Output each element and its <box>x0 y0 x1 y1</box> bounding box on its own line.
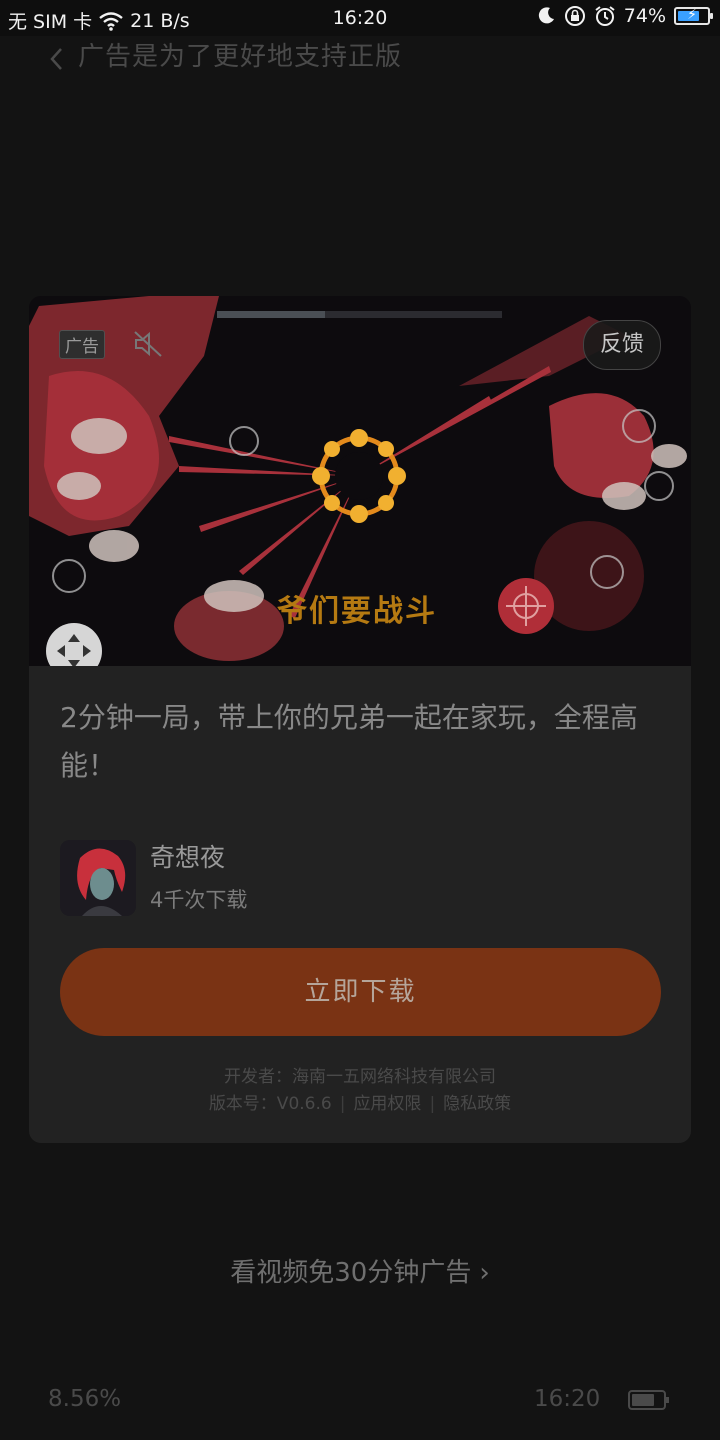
alarm-icon <box>594 5 616 27</box>
developer-info: 开发者：海南一五网络科技有限公司 <box>224 1067 496 1087</box>
battery-percent: 74% <box>623 5 666 27</box>
chevron-left-icon[interactable] <box>44 42 68 76</box>
ad-video[interactable]: 广告 反馈 爷们要战斗 <box>29 296 691 666</box>
download-button[interactable]: 立即下载 <box>60 948 661 1036</box>
watch-video-link[interactable]: 看视频免30分钟广告 › <box>0 1252 720 1289</box>
speaker-muted-icon[interactable] <box>133 330 163 358</box>
app-icon[interactable] <box>60 840 136 916</box>
footer-time: 16:20 <box>534 1386 601 1412</box>
charging-bolt-icon: ⚡ <box>687 7 697 23</box>
status-bar-right: 74% ⚡ <box>536 5 713 27</box>
permissions-link[interactable]: 应用权限 <box>353 1094 421 1114</box>
privacy-link[interactable]: 隐私政策 <box>443 1094 511 1114</box>
feedback-button[interactable]: 反馈 <box>582 320 661 370</box>
page-title: 广告是为了更好地支持正版 <box>78 42 403 72</box>
rotation-lock-icon <box>564 5 586 27</box>
app-info[interactable]: 奇想夜 4千次下载 <box>60 838 660 918</box>
reading-progress: 8.56% <box>48 1386 122 1412</box>
status-bar: 无 SIM 卡 21 B/s 16:20 74% ⚡ <box>0 0 720 36</box>
app-name: 奇想夜 <box>150 843 226 872</box>
battery-icon: ⚡ <box>674 7 713 25</box>
ad-description: 2分钟一局，带上你的兄弟一起在家玩，全程高能！ <box>60 701 638 782</box>
chevron-right-icon: › <box>479 1258 490 1288</box>
separator: | <box>339 1094 346 1114</box>
video-overlay-caption: 爷们要战斗 <box>277 594 437 629</box>
ad-card[interactable]: 广告 反馈 爷们要战斗 2分钟一局，带上你的兄弟一起在家玩，全程高能！ 奇想夜 … <box>29 296 691 1143</box>
footer-battery-icon <box>628 1390 669 1410</box>
separator: | <box>429 1094 436 1114</box>
top-bar: 广告是为了更好地支持正版 <box>0 36 720 96</box>
app-download-count: 4千次下载 <box>150 888 248 912</box>
version-label: 版本号：V0.6.6 <box>208 1094 332 1114</box>
version-row: 版本号：V0.6.6 | 应用权限 | 隐私政策 <box>29 1089 691 1114</box>
footer-battery-fill <box>632 1394 655 1406</box>
watch-video-label: 看视频免30分钟广告 <box>230 1258 472 1288</box>
moon-icon <box>536 6 556 26</box>
ad-badge: 广告 <box>59 330 105 359</box>
